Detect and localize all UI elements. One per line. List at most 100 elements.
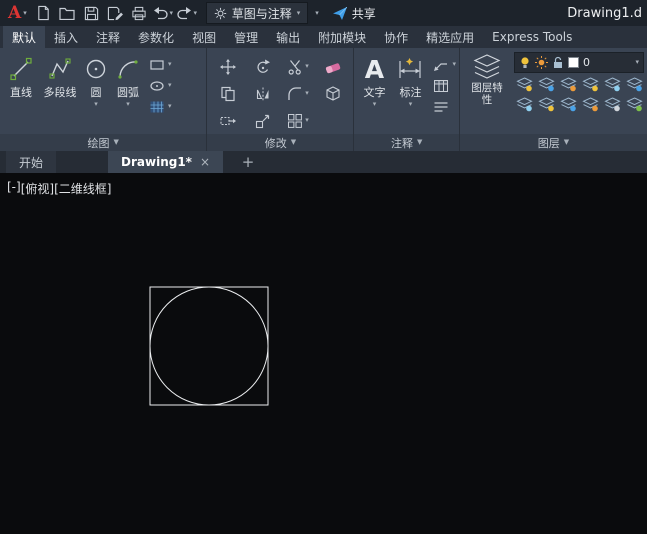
- chevron-down-icon: ▾: [169, 10, 173, 17]
- drawn-square[interactable]: [150, 287, 268, 405]
- layer-tools-row-1: [514, 76, 644, 93]
- draw-panel-label[interactable]: 绘图▼: [0, 134, 206, 151]
- layer-tool-icon[interactable]: [536, 76, 556, 93]
- layer-tool-icon[interactable]: [602, 96, 622, 113]
- save-button[interactable]: [81, 3, 102, 23]
- ribbon-tab-view[interactable]: 视图: [183, 26, 225, 48]
- arc-icon: [116, 54, 140, 84]
- ribbon-tab-parametric[interactable]: 参数化: [129, 26, 183, 48]
- undo-button[interactable]: ▾: [153, 3, 174, 23]
- layer-tool-icon[interactable]: [624, 76, 644, 93]
- ribbon-tab-featured-apps[interactable]: 精选应用: [417, 26, 483, 48]
- ribbon-tab-output[interactable]: 输出: [267, 26, 309, 48]
- line-tool[interactable]: 直线: [3, 50, 39, 134]
- dimension-tool[interactable]: 标注 ▾: [391, 50, 429, 134]
- annotation-style-tool[interactable]: [433, 97, 456, 116]
- layer-dropdown[interactable]: 0 ▾: [514, 52, 644, 73]
- viewport-controls: [-] [俯视] [二维线框]: [7, 180, 111, 197]
- chevron-down-icon: ▾: [635, 59, 639, 66]
- erase-tool[interactable]: [315, 53, 350, 80]
- chevron-down-icon: ▾: [126, 101, 130, 108]
- copy-tool[interactable]: [210, 80, 245, 107]
- chevron-down-icon: ▾: [168, 103, 172, 110]
- chevron-down-icon: ▼: [564, 139, 569, 146]
- chevron-down-icon: ▾: [452, 61, 456, 68]
- open-button[interactable]: [57, 3, 78, 23]
- save-as-button[interactable]: [105, 3, 126, 23]
- visual-style-control[interactable]: [二维线框]: [54, 180, 111, 197]
- ribbon-tab-annotate[interactable]: 注释: [87, 26, 129, 48]
- array-tool[interactable]: ▾: [280, 107, 315, 134]
- drawing-area[interactable]: [-] [俯视] [二维线框]: [0, 173, 647, 533]
- circle-icon: [84, 54, 108, 84]
- layer-tool-icon[interactable]: [558, 76, 578, 93]
- share-button[interactable]: 共享: [326, 5, 383, 22]
- annotation-small-tools: ▾: [429, 50, 456, 134]
- drawing-tab[interactable]: Drawing1* ×: [108, 151, 223, 173]
- new-button[interactable]: [33, 3, 54, 23]
- annotation-panel-label[interactable]: 注释▼: [354, 134, 459, 151]
- workspace-selector[interactable]: 草图与注释 ▾: [206, 2, 309, 24]
- chevron-down-icon: ▾: [305, 117, 309, 124]
- document-title: Drawing1.d: [567, 6, 642, 21]
- line-icon: [9, 54, 33, 84]
- layer-tool-icon[interactable]: [536, 96, 556, 113]
- mirror-tool[interactable]: [245, 80, 280, 107]
- redo-button[interactable]: ▾: [177, 3, 198, 23]
- ribbon-tab-bar: 默认 插入 注释 参数化 视图 管理 输出 附加模块 协作 精选应用 Expre…: [0, 26, 647, 48]
- modify-panel-label[interactable]: 修改▼: [207, 134, 353, 151]
- layer-tool-icon[interactable]: [602, 76, 622, 93]
- ribbon-tab-home[interactable]: 默认: [3, 26, 45, 48]
- new-drawing-tab-button[interactable]: +: [237, 151, 259, 173]
- ellipse-tool[interactable]: ▾: [149, 76, 172, 95]
- ribbon-tab-express-tools[interactable]: Express Tools: [483, 26, 581, 48]
- scale-tool[interactable]: [245, 107, 280, 134]
- app-menu-button[interactable]: A ▾: [5, 5, 30, 22]
- layer-tool-icon[interactable]: [580, 96, 600, 113]
- autocad-window: A ▾ ▾ ▾ 草图与注释 ▾ ▾ 共享 Drawing1.d 默认 插入 注释…: [0, 0, 647, 533]
- polyline-tool[interactable]: 多段线: [39, 50, 81, 134]
- trim-tool[interactable]: ▾: [280, 53, 315, 80]
- layer-unlock-icon: [552, 56, 564, 69]
- ribbon-tab-collaborate[interactable]: 协作: [375, 26, 417, 48]
- move-tool[interactable]: [210, 53, 245, 80]
- viewport-menu-control[interactable]: [-]: [7, 180, 21, 197]
- layer-properties-label: 图层特性: [468, 82, 506, 106]
- leader-tool[interactable]: ▾: [433, 55, 456, 74]
- layers-panel-label[interactable]: 图层▼: [460, 134, 647, 151]
- ribbon-tab-manage[interactable]: 管理: [225, 26, 267, 48]
- fillet-tool[interactable]: ▾: [280, 80, 315, 107]
- file-tab-bar: 开始 Drawing1* × +: [0, 151, 647, 173]
- draw-panel: 直线 多段线 圆 ▾ 圆弧 ▾ ▾ ▾: [0, 48, 207, 151]
- layer-tool-icon[interactable]: [514, 96, 534, 113]
- chevron-down-icon: ▼: [114, 139, 119, 146]
- layer-tool-icon[interactable]: [514, 76, 534, 93]
- layer-tool-icon[interactable]: [580, 76, 600, 93]
- hatch-tool[interactable]: ▾: [149, 97, 172, 116]
- stretch-tool[interactable]: [210, 107, 245, 134]
- modify-tools-grid: ▾ ▾ ▾: [210, 50, 350, 134]
- autocad-logo: A: [8, 5, 21, 22]
- start-tab[interactable]: 开始: [6, 151, 56, 173]
- quick-access-customize-button[interactable]: ▾: [311, 10, 323, 17]
- share-label: 共享: [352, 5, 376, 22]
- plot-button[interactable]: [129, 3, 150, 23]
- title-bar: A ▾ ▾ ▾ 草图与注释 ▾ ▾ 共享 Drawing1.d: [0, 0, 647, 26]
- rotate-tool[interactable]: [245, 53, 280, 80]
- layer-tool-icon[interactable]: [624, 96, 644, 113]
- view-control[interactable]: [俯视]: [21, 180, 54, 197]
- ribbon-tab-addins[interactable]: 附加模块: [309, 26, 375, 48]
- explode-tool[interactable]: [315, 80, 350, 107]
- drawn-circle[interactable]: [150, 287, 268, 405]
- modify-panel: ▾ ▾ ▾ 修改▼: [207, 48, 354, 151]
- rectangle-tool[interactable]: ▾: [149, 55, 172, 74]
- layer-tool-icon[interactable]: [558, 96, 578, 113]
- close-icon[interactable]: ×: [200, 155, 210, 169]
- current-layer-name: 0: [583, 56, 590, 69]
- table-tool[interactable]: [433, 76, 456, 95]
- ribbon-tab-insert[interactable]: 插入: [45, 26, 87, 48]
- layer-properties-tool[interactable]: 图层特性: [464, 50, 510, 134]
- text-tool[interactable]: A 文字 ▾: [357, 50, 391, 134]
- arc-tool[interactable]: 圆弧 ▾: [111, 50, 145, 134]
- circle-tool[interactable]: 圆 ▾: [81, 50, 111, 134]
